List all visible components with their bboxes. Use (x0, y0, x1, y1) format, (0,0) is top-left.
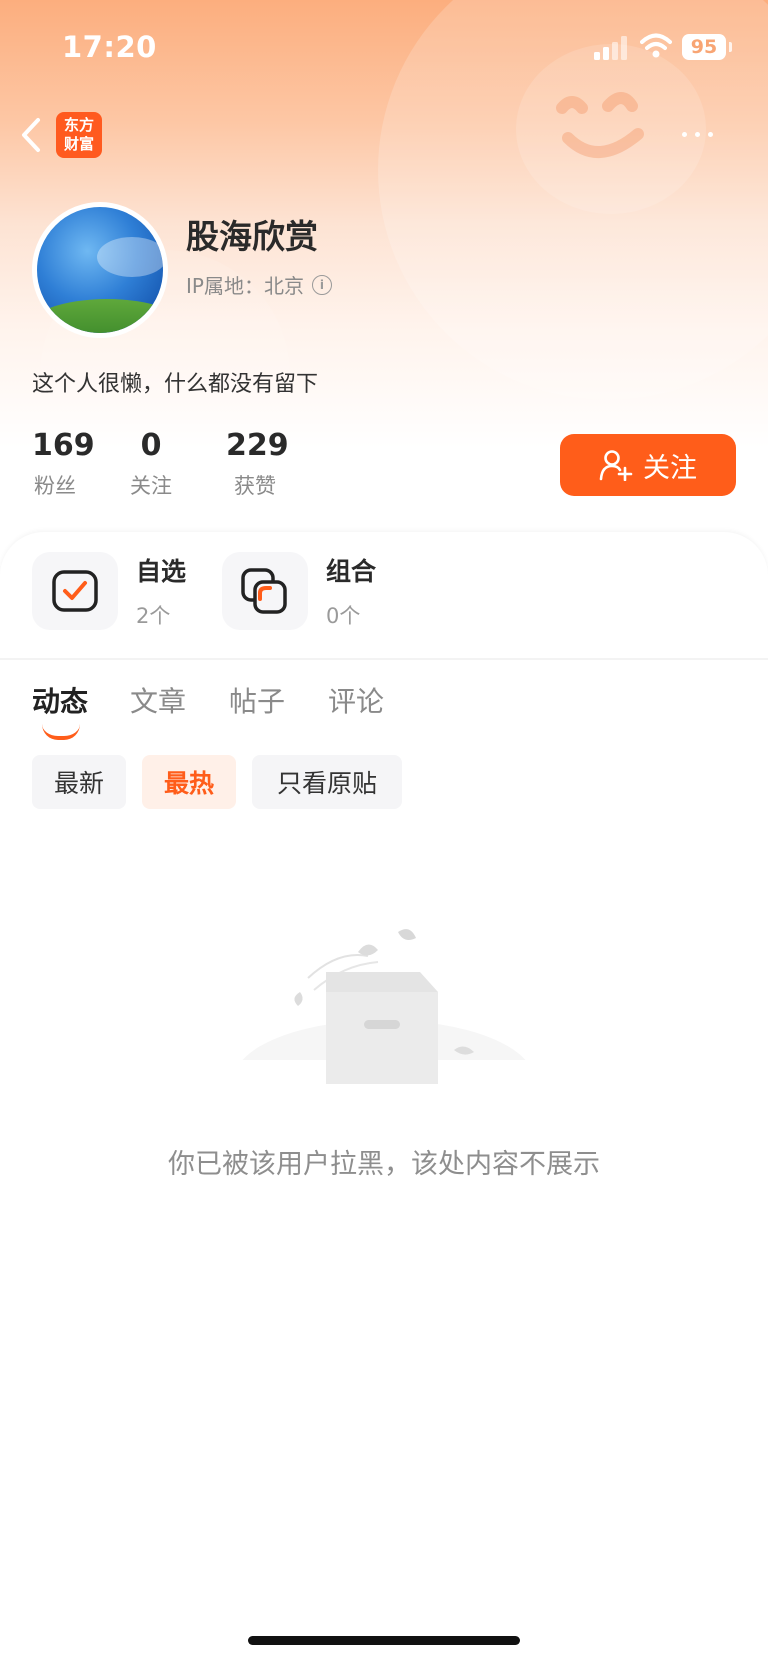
tab-posts[interactable]: 帖子 (229, 680, 285, 720)
home-indicator[interactable] (248, 1636, 520, 1645)
empty-box-illustration (228, 929, 540, 1094)
app-logo-line1: 东方 (63, 116, 94, 134)
stat-value: 229 (226, 428, 289, 463)
quick-link-count: 2个 (136, 604, 171, 628)
ip-location-row: IP属地：北京 i (186, 270, 332, 299)
add-user-icon (599, 450, 633, 481)
stat-value: 169 (32, 428, 95, 463)
status-bar: 17:20 95 (0, 0, 768, 96)
ip-location: IP属地：北京 (186, 274, 304, 298)
tab-label: 动态 (32, 685, 89, 718)
stat-label: 关注 (130, 474, 172, 498)
quick-link-title: 组合 (326, 557, 377, 586)
tab-label: 评论 (328, 685, 385, 718)
follow-button-label: 关注 (643, 452, 697, 484)
filter-latest[interactable]: 最新 (32, 755, 126, 809)
tab-label: 帖子 (229, 685, 286, 718)
quick-link-count: 0个 (326, 604, 361, 628)
back-chevron-icon[interactable] (16, 112, 46, 158)
section-divider (0, 658, 768, 660)
stat-likes[interactable]: 229 获赞 (226, 428, 289, 500)
wifi-icon (640, 33, 672, 58)
stat-value: 0 (140, 428, 162, 463)
tab-comments[interactable]: 评论 (328, 680, 384, 720)
avatar[interactable] (32, 202, 168, 338)
more-options-icon[interactable] (682, 122, 724, 146)
info-icon[interactable]: i (311, 274, 332, 295)
profile-bio: 这个人很懒，什么都没有留下 (32, 372, 319, 397)
profile-name: 股海欣赏 (186, 217, 318, 256)
quick-link-title: 自选 (136, 557, 187, 586)
tab-articles[interactable]: 文章 (130, 680, 186, 720)
stat-label: 粉丝 (34, 474, 76, 498)
follow-button[interactable]: 关注 (560, 434, 736, 496)
portfolio-icon (222, 552, 308, 630)
quick-link-portfolio[interactable]: 组合 0个 (222, 552, 376, 630)
watchlist-checkbox-icon (32, 552, 118, 630)
cellular-signal-icon (594, 36, 627, 60)
status-time: 17:20 (62, 30, 157, 64)
stat-following[interactable]: 0 关注 (128, 428, 174, 500)
tab-activity[interactable]: 动态 (32, 680, 89, 740)
app-logo-line2: 财富 (63, 135, 94, 153)
empty-state-message: 你已被该用户拉黑，该处内容不展示 (168, 1149, 600, 1180)
filter-hottest[interactable]: 最热 (142, 755, 236, 809)
app-logo[interactable]: 东方 财富 (56, 112, 102, 158)
tab-label: 文章 (130, 685, 187, 718)
filter-original-only[interactable]: 只看原贴 (252, 755, 402, 809)
stat-followers[interactable]: 169 粉丝 (32, 428, 95, 500)
stat-label: 获赞 (234, 474, 276, 498)
quick-link-watchlist[interactable]: 自选 2个 (32, 552, 186, 630)
battery-indicator: 95 (682, 34, 732, 60)
